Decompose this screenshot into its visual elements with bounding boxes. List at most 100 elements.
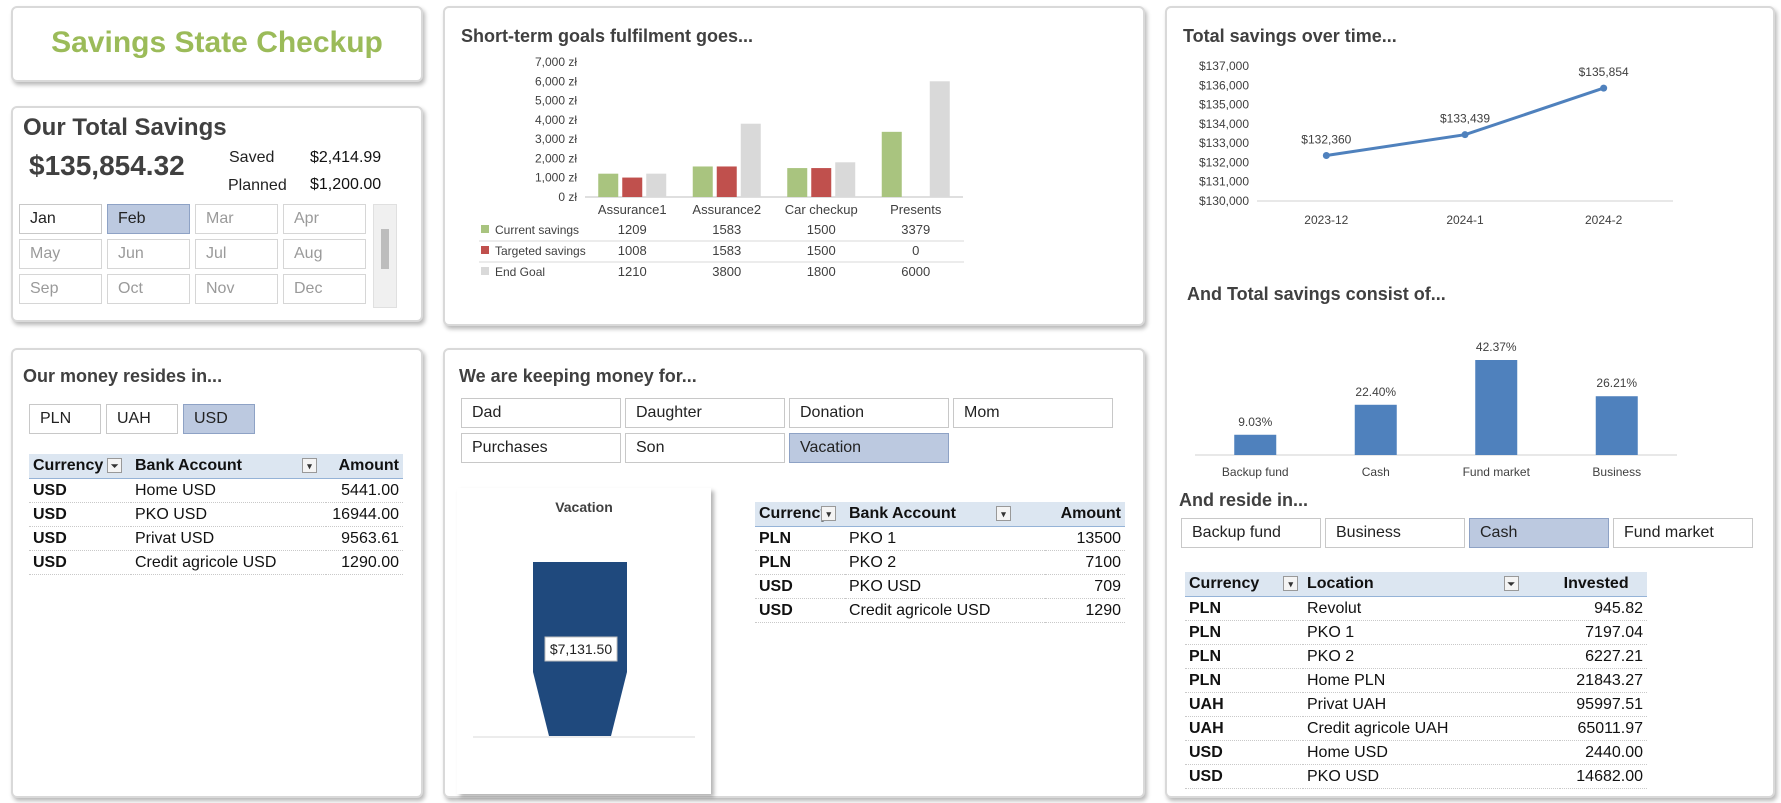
purpose-btn-daughter[interactable]: Daughter [625, 398, 785, 428]
total-savings-amount: $135,854.32 [29, 150, 185, 181]
currency-cell[interactable]: PLN [1185, 668, 1303, 693]
account-cell: PKO 2 [845, 550, 1045, 575]
goals-panel: Short-term goals fulfilment goes... 0 zł… [443, 6, 1145, 326]
account-cell: Credit agricole USD [845, 598, 1045, 623]
month-btn-feb[interactable]: Feb [107, 204, 190, 234]
vacation-chart-title: Vacation [555, 499, 613, 515]
type-btn-cash[interactable]: Cash [1469, 518, 1609, 548]
currency-cell[interactable]: UAH [1185, 716, 1303, 741]
x-tick-label: 2024-2 [1585, 213, 1623, 227]
col-location[interactable]: Location ⏷ [1303, 572, 1560, 597]
bar-targeted-savings-car-checkup [811, 168, 832, 197]
currency-cell[interactable]: PLN [755, 526, 845, 551]
currency-cell[interactable]: PLN [755, 550, 845, 575]
col-currency[interactable]: Currency▾ [755, 502, 845, 527]
month-btn-sep[interactable]: Sep [19, 274, 102, 304]
dropdown-icon[interactable]: ▾ [301, 458, 317, 474]
currency-cell[interactable]: USD [1185, 740, 1303, 765]
table-row: UAH Credit agricole UAH 65011.97 [1185, 716, 1647, 741]
month-btn-dec[interactable]: Dec [283, 274, 366, 304]
amount-cell: 9563.61 [326, 526, 403, 551]
currency-cell[interactable]: PLN [1185, 644, 1303, 669]
month-btn-jan[interactable]: Jan [19, 204, 102, 234]
currency-cell[interactable]: USD [29, 478, 131, 503]
currency-cell[interactable]: USD [29, 502, 131, 527]
currency-btn-pln[interactable]: PLN [29, 404, 101, 434]
reside2-title: And reside in... [1179, 490, 1309, 510]
bar-end-goal-presents [929, 81, 950, 197]
dashboard-title: Savings State Checkup [51, 26, 383, 59]
currency-btn-uah[interactable]: UAH [106, 404, 178, 434]
currency-cell[interactable]: USD [755, 574, 845, 599]
bar-targeted-savings-assurance2 [716, 166, 737, 197]
y-tick-label: 3,000 zł [535, 132, 577, 146]
month-btn-mar[interactable]: Mar [195, 204, 278, 234]
purpose-btn-purchases[interactable]: Purchases [461, 433, 621, 463]
account-cell: Home PLN [1303, 668, 1560, 693]
amount-cell: 6227.21 [1559, 644, 1647, 669]
table-row: PLN Revolut 945.82 [1185, 596, 1647, 621]
legend-key-targeted-savings [481, 246, 489, 254]
currency-cell[interactable]: PLN [1185, 620, 1303, 645]
account-cell: Home USD [1303, 740, 1560, 765]
account-cell: Privat UAH [1303, 692, 1560, 717]
x-category-label: Assurance1 [598, 202, 667, 217]
month-btn-apr[interactable]: Apr [283, 204, 366, 234]
savings-point [1600, 84, 1608, 92]
col-currency[interactable]: Currency▾ [1185, 572, 1303, 597]
account-cell: PKO 2 [1303, 644, 1560, 669]
table-row: PLN PKO 1 13500 [755, 526, 1125, 551]
x-category-label: Business [1592, 465, 1641, 479]
table-row: USD PKO USD 14682.00 [1185, 764, 1647, 789]
currency-cell[interactable]: USD [1185, 764, 1303, 789]
currency-cell[interactable]: USD [29, 526, 131, 551]
dropdown-icon[interactable]: ▾ [1283, 576, 1299, 592]
purpose-btn-son[interactable]: Son [625, 433, 785, 463]
amount-cell: 709 [1044, 574, 1125, 599]
table-row: USD Credit agricole USD 1290 [755, 598, 1125, 623]
type-btn-fund-market[interactable]: Fund market [1613, 518, 1753, 548]
col-currency[interactable]: Currency ⏷ [29, 454, 131, 479]
filter-active-icon[interactable]: ⏷ [1503, 576, 1519, 592]
line-title: Total savings over time... [1183, 26, 1397, 46]
table-row: PLN Home PLN 21843.27 [1185, 668, 1647, 693]
month-btn-jun[interactable]: Jun [107, 239, 190, 269]
reside2-table: Currency ▾ Location ⏷ Invested PLN Revolut 9… [1185, 572, 1647, 789]
data-table-value: 3379 [901, 222, 930, 237]
col-amount: Amount [326, 454, 403, 479]
month-btn-oct[interactable]: Oct [107, 274, 190, 304]
bar-end-goal-assurance1 [646, 173, 667, 197]
currency-btn-usd[interactable]: USD [183, 404, 255, 434]
account-cell: PKO 1 [845, 526, 1045, 551]
bar-current-savings-assurance1 [598, 173, 619, 197]
type-btn-business[interactable]: Business [1325, 518, 1465, 548]
total-savings-heading: Our Total Savings [23, 114, 227, 141]
y-tick-label: 6,000 zł [535, 74, 577, 88]
month-btn-aug[interactable]: Aug [283, 239, 366, 269]
dropdown-icon[interactable]: ▾ [821, 506, 837, 522]
filter-active-icon[interactable]: ⏷ [107, 458, 123, 474]
type-btn-backup-fund[interactable]: Backup fund [1181, 518, 1321, 548]
table-row: PLN PKO 2 6227.21 [1185, 644, 1647, 669]
data-table-value: 0 [912, 243, 919, 258]
col-bank-account[interactable]: Bank Account ▾ [845, 502, 1045, 527]
currency-cell[interactable]: USD [29, 550, 131, 575]
month-btn-may[interactable]: May [19, 239, 102, 269]
purpose-btn-mom[interactable]: Mom [953, 398, 1113, 428]
currency-cell[interactable]: USD [755, 598, 845, 623]
amount-cell: 21843.27 [1559, 668, 1647, 693]
currency-cell[interactable]: UAH [1185, 692, 1303, 717]
slicer-scrollbar[interactable] [373, 204, 397, 308]
bar-end-goal-car-checkup [835, 162, 856, 197]
keeping-panel: We are keeping money for... Dad Daughter D… [443, 348, 1145, 798]
month-btn-jul[interactable]: Jul [195, 239, 278, 269]
currency-slicer: PLN UAH USD [29, 404, 329, 436]
currency-cell[interactable]: PLN [1185, 596, 1303, 621]
dropdown-icon[interactable]: ▾ [995, 506, 1011, 522]
month-btn-nov[interactable]: Nov [195, 274, 278, 304]
purpose-btn-donation[interactable]: Donation [789, 398, 949, 428]
purpose-btn-vacation[interactable]: Vacation [789, 433, 949, 463]
scrollbar-thumb[interactable] [381, 229, 389, 269]
purpose-btn-dad[interactable]: Dad [461, 398, 621, 428]
col-bank-account[interactable]: Bank Account ▾ [131, 454, 327, 479]
